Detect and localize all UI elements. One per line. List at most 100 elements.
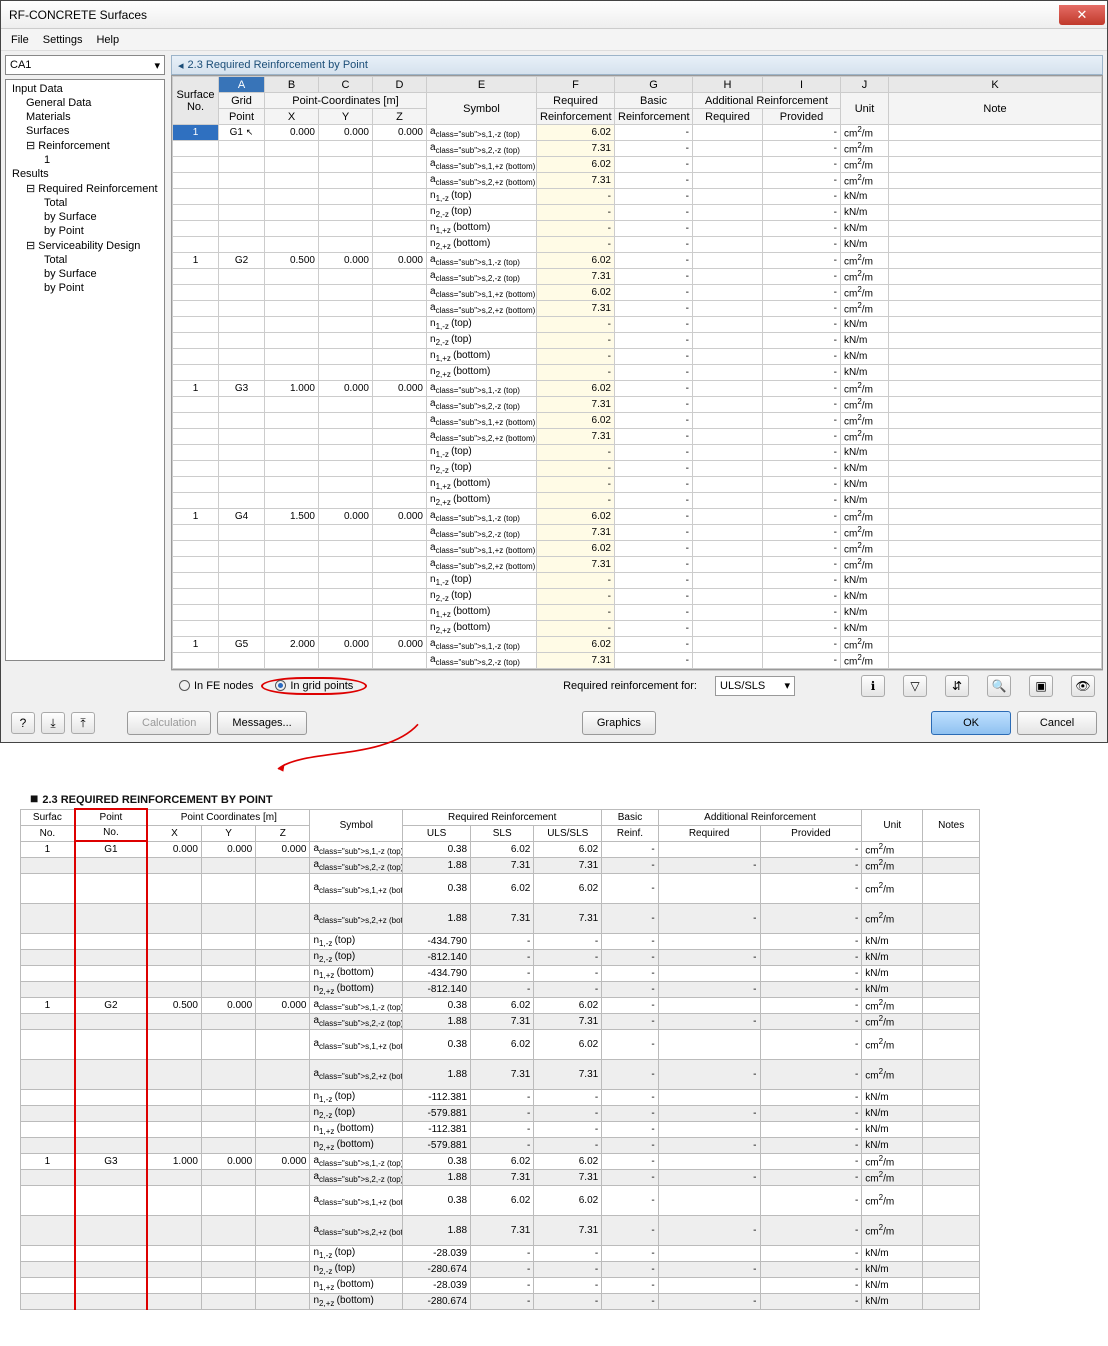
table-row[interactable]: n2,+z (bottom)---kN/m (173, 621, 1102, 637)
navigation-tree[interactable]: Input Data General Data Materials Surfac… (5, 79, 165, 661)
tree-results[interactable]: Results (8, 167, 162, 181)
table-row[interactable]: n1,+z (bottom)---kN/m (173, 349, 1102, 365)
report-row: n1,+z (bottom)-434.790----kN/m (21, 965, 980, 981)
table-row[interactable]: n2,+z (bottom)---kN/m (173, 493, 1102, 509)
menubar: File Settings Help (1, 29, 1107, 51)
titlebar: RF-CONCRETE Surfaces ✕ (1, 1, 1107, 29)
menu-settings[interactable]: Settings (43, 34, 83, 46)
report-row: aclass="sub">s,1,+z (bottom)0.386.026.02… (21, 873, 980, 903)
table-row[interactable]: aclass="sub">s,2,-z (top)7.31--cm2/m (173, 653, 1102, 669)
report-row: aclass="sub">s,2,+z (bottom)1.887.317.31… (21, 1059, 980, 1089)
table-row[interactable]: aclass="sub">s,2,-z (top)7.31--cm2/m (173, 397, 1102, 413)
report-row: 1G10.0000.0000.000aclass="sub">s,1,-z (t… (21, 841, 980, 857)
filter-button[interactable]: ▽ (903, 675, 927, 697)
report-row: aclass="sub">s,2,+z (bottom)1.887.317.31… (21, 903, 980, 933)
table-row[interactable]: n2,+z (bottom)---kN/m (173, 237, 1102, 253)
help-button[interactable]: ? (11, 712, 35, 734)
tree-reinforcement[interactable]: ⊟ Reinforcement (8, 138, 162, 153)
main-window: RF-CONCRETE Surfaces ✕ File Settings Hel… (0, 0, 1108, 743)
window-title: RF-CONCRETE Surfaces (9, 8, 1059, 22)
report-row: n1,-z (top)-112.381----kN/m (21, 1089, 980, 1105)
select-button[interactable]: ▣ (1029, 675, 1053, 697)
section-header: ◂ 2.3 Required Reinforcement by Point (171, 55, 1103, 75)
table-row[interactable]: 1G20.5000.0000.000aclass="sub">s,1,-z (t… (173, 253, 1102, 269)
table-row[interactable]: n1,+z (bottom)---kN/m (173, 477, 1102, 493)
case-dropdown[interactable]: CA1▾ (5, 55, 165, 75)
tree-sv-by-point[interactable]: by Point (8, 281, 162, 295)
report-row: n2,-z (top)-579.881-----kN/m (21, 1105, 980, 1121)
table-row[interactable]: aclass="sub">s,2,-z (top)7.31--cm2/m (173, 269, 1102, 285)
view-button[interactable]: 👁 (1071, 675, 1095, 697)
find-button[interactable]: 🔍 (987, 675, 1011, 697)
table-row[interactable]: aclass="sub">s,2,-z (top)7.31--cm2/m (173, 525, 1102, 541)
required-for-label: Required reinforcement for: (563, 680, 697, 692)
tree-sv-total[interactable]: Total (8, 253, 162, 267)
table-row[interactable]: n1,-z (top)---kN/m (173, 445, 1102, 461)
tree-surfaces[interactable]: Surfaces (8, 124, 162, 138)
report-row: aclass="sub">s,2,-z (top)1.887.317.31---… (21, 857, 980, 873)
table-row[interactable]: 1G1 ↖0.0000.0000.000aclass="sub">s,1,-z … (173, 125, 1102, 141)
tree-general-data[interactable]: General Data (8, 96, 162, 110)
radio-fe-nodes[interactable]: In FE nodes (179, 680, 253, 692)
table-row[interactable]: 1G52.0000.0000.000aclass="sub">s,1,-z (t… (173, 637, 1102, 653)
table-row[interactable]: n1,+z (bottom)---kN/m (173, 221, 1102, 237)
close-button[interactable]: ✕ (1059, 5, 1105, 25)
tree-input-data[interactable]: Input Data (8, 82, 162, 96)
info-button[interactable]: ℹ (861, 675, 885, 697)
table-row[interactable]: aclass="sub">s,2,+z (bottom)7.31--cm2/m (173, 557, 1102, 573)
table-row[interactable]: aclass="sub">s,1,+z (bottom)6.02--cm2/m (173, 541, 1102, 557)
report-row: n2,+z (bottom)-280.674-----kN/m (21, 1293, 980, 1309)
tree-materials[interactable]: Materials (8, 110, 162, 124)
table-row[interactable]: n2,-z (top)---kN/m (173, 205, 1102, 221)
report-row: n2,-z (top)-280.674-----kN/m (21, 1261, 980, 1277)
table-row[interactable]: n1,-z (top)---kN/m (173, 573, 1102, 589)
report-row: aclass="sub">s,1,+z (bottom)0.386.026.02… (21, 1185, 980, 1215)
cancel-button[interactable]: Cancel (1017, 711, 1097, 735)
table-row[interactable]: aclass="sub">s,2,+z (bottom)7.31--cm2/m (173, 429, 1102, 445)
menu-help[interactable]: Help (96, 34, 119, 46)
table-row[interactable]: 1G41.5000.0000.000aclass="sub">s,1,-z (t… (173, 509, 1102, 525)
report-row: 1G20.5000.0000.000aclass="sub">s,1,-z (t… (21, 997, 980, 1013)
tree-rr-by-point[interactable]: by Point (8, 224, 162, 238)
table-row[interactable]: 1G31.0000.0000.000aclass="sub">s,1,-z (t… (173, 381, 1102, 397)
results-grid[interactable]: SurfaceNo. A B C D E F G H I J K (171, 75, 1103, 670)
table-row[interactable]: n2,-z (top)---kN/m (173, 589, 1102, 605)
table-row[interactable]: aclass="sub">s,1,+z (bottom)6.02--cm2/m (173, 157, 1102, 173)
tree-rr-total[interactable]: Total (8, 196, 162, 210)
report-row: n2,-z (top)-812.140-----kN/m (21, 949, 980, 965)
navigate-left-icon[interactable]: ◂ (178, 59, 184, 72)
table-row[interactable]: n2,-z (top)---kN/m (173, 461, 1102, 477)
import-button[interactable]: ⤒ (71, 712, 95, 734)
table-row[interactable]: n1,-z (top)---kN/m (173, 189, 1102, 205)
radio-grid-points[interactable]: In grid points (275, 680, 353, 692)
table-row[interactable]: n2,-z (top)---kN/m (173, 333, 1102, 349)
report-title: ■ 2.3 REQUIRED REINFORCEMENT BY POINT (30, 790, 1088, 806)
messages-button[interactable]: Messages... (217, 711, 306, 735)
table-row[interactable]: n1,-z (top)---kN/m (173, 317, 1102, 333)
tree-sv-by-surface[interactable]: by Surface (8, 267, 162, 281)
menu-file[interactable]: File (11, 34, 29, 46)
tree-required-reinf[interactable]: ⊟ Required Reinforcement (8, 181, 162, 196)
table-row[interactable]: n1,+z (bottom)---kN/m (173, 605, 1102, 621)
table-row[interactable]: aclass="sub">s,1,+z (bottom)6.02--cm2/m (173, 285, 1102, 301)
tree-rr-by-surface[interactable]: by Surface (8, 210, 162, 224)
chevron-down-icon: ▾ (784, 679, 790, 692)
required-for-combo[interactable]: ULS/SLS▾ (715, 676, 795, 696)
report-row: n1,-z (top)-28.039----kN/m (21, 1245, 980, 1261)
report-row: aclass="sub">s,2,+z (bottom)1.887.317.31… (21, 1215, 980, 1245)
table-row[interactable]: n2,+z (bottom)---kN/m (173, 365, 1102, 381)
table-row[interactable]: aclass="sub">s,2,+z (bottom)7.31--cm2/m (173, 173, 1102, 189)
table-row[interactable]: aclass="sub">s,2,-z (top)7.31--cm2/m (173, 141, 1102, 157)
report-row: n2,+z (bottom)-812.140-----kN/m (21, 981, 980, 997)
table-row[interactable]: aclass="sub">s,1,+z (bottom)6.02--cm2/m (173, 413, 1102, 429)
calculation-button[interactable]: Calculation (127, 711, 211, 735)
sort-button[interactable]: ⇵ (945, 675, 969, 697)
table-row[interactable]: aclass="sub">s,2,+z (bottom)7.31--cm2/m (173, 301, 1102, 317)
annotation-highlight: In grid points (261, 677, 367, 695)
tree-reinforcement-1[interactable]: 1 (8, 153, 162, 167)
tree-serviceability[interactable]: ⊟ Serviceability Design (8, 238, 162, 253)
report-row: aclass="sub">s,2,-z (top)1.887.317.31---… (21, 1169, 980, 1185)
ok-button[interactable]: OK (931, 711, 1011, 735)
export-button[interactable]: ⤓ (41, 712, 65, 734)
graphics-button[interactable]: Graphics (582, 711, 656, 735)
